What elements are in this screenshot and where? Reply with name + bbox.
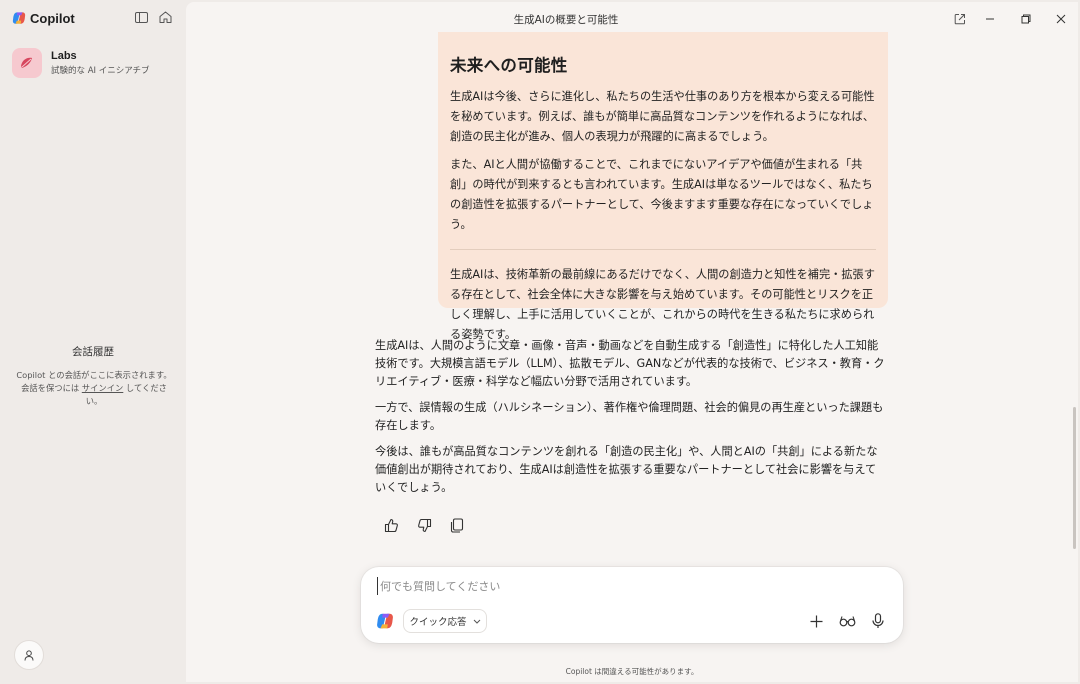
answer-paragraph: 今後は、誰もが高品質なコンテンツを創れる「創造の民主化」や、人間とAIの「共創」… xyxy=(375,445,878,494)
home-button[interactable] xyxy=(157,9,173,25)
popout-icon xyxy=(954,14,965,25)
sidebar: Copilot Labs 試験的な AI イニシアチブ 会話履歴 Copilot… xyxy=(0,0,186,684)
composer: クイック応答 xyxy=(361,567,903,643)
minimize-button[interactable] xyxy=(981,10,999,28)
response-mode-dropdown[interactable]: クイック応答 xyxy=(403,609,487,633)
disclaimer: Copilot は間違える可能性があります。 xyxy=(565,667,699,676)
bubble-divider xyxy=(450,249,876,250)
copy-button[interactable] xyxy=(449,517,465,533)
message-actions xyxy=(383,517,465,537)
bubble-heading: 未来への可能性 xyxy=(450,57,568,75)
assistant-message: 生成AIは、人間のように文章・画像・音声・動画などを自動生成する「創造性」に特化… xyxy=(375,337,887,505)
answer-paragraph: 一方で、誤情報の生成（ハルシネーション）、著作権や倫理問題、社会的偏見の再生産と… xyxy=(375,401,884,432)
dislike-button[interactable] xyxy=(416,517,432,533)
thumbs-down-icon xyxy=(417,518,431,532)
voice-button[interactable] xyxy=(869,612,887,630)
glasses-icon xyxy=(839,616,855,627)
account-button[interactable] xyxy=(14,640,44,670)
restore-icon xyxy=(1021,14,1031,24)
message-input[interactable] xyxy=(377,577,877,595)
labs-icon xyxy=(12,48,42,78)
chevron-down-icon xyxy=(473,619,480,624)
copilot-brand[interactable]: Copilot xyxy=(12,9,75,27)
copilot-logo-icon xyxy=(12,12,26,24)
mode-label: クイック応答 xyxy=(409,617,467,628)
chat-panel: 生成AIの概要と可能性 未来への可能性 生成AIは今後、さらに進化し、私たちの生… xyxy=(186,2,1078,682)
brand-name: Copilot xyxy=(30,10,75,26)
copilot-mode-button[interactable] xyxy=(376,612,394,630)
labs-title: Labs xyxy=(51,50,77,62)
bubble-paragraph: 生成AIは、技術革新の最前線にあるだけでなく、人間の創造力と知性を補完・拡張する… xyxy=(450,268,875,341)
answer-paragraph: 生成AIは、人間のように文章・画像・音声・動画などを自動生成する「創造性」に特化… xyxy=(375,339,885,388)
close-button[interactable] xyxy=(1052,10,1070,28)
conversation-title: 生成AIの概要と可能性 xyxy=(513,14,619,26)
sidebar-panel-icon xyxy=(134,11,148,23)
plus-icon xyxy=(810,615,822,627)
sign-in-link[interactable]: サインイン xyxy=(82,383,124,393)
copy-icon xyxy=(450,517,464,533)
history-description: Copilot との会話がここに表示されます。会話を保つには サインイン してく… xyxy=(14,369,174,408)
history-title: 会話履歴 xyxy=(72,346,114,358)
microphone-icon xyxy=(872,613,884,628)
labs-subtitle: 試験的な AI イニシアチブ xyxy=(51,66,150,76)
bubble-paragraph: また、AIと人間が協働することで、これまでにないアイデアや価値が生まれる「共創」… xyxy=(450,158,874,231)
bubble-paragraph: 生成AIは今後、さらに進化し、私たちの生活や仕事のあり方を根本から変える可能性を… xyxy=(450,90,875,143)
labs-item[interactable]: Labs 試験的な AI イニシアチブ xyxy=(12,47,176,79)
restore-button[interactable] xyxy=(1017,10,1035,28)
vision-button[interactable] xyxy=(838,612,856,630)
toggle-sidebar-button[interactable] xyxy=(133,9,149,25)
minimize-icon xyxy=(986,18,994,20)
user-message-bubble: 未来への可能性 生成AIは今後、さらに進化し、私たちの生活や仕事のあり方を根本か… xyxy=(438,32,888,341)
chat-scrollbar[interactable] xyxy=(1073,407,1076,549)
like-button[interactable] xyxy=(383,517,399,533)
user-icon xyxy=(24,649,34,661)
home-icon xyxy=(159,11,171,23)
add-attachment-button[interactable] xyxy=(807,612,825,630)
thumbs-up-icon xyxy=(384,518,398,532)
open-in-new-window-button[interactable] xyxy=(951,10,969,28)
close-icon xyxy=(1056,14,1066,24)
copilot-logo-icon xyxy=(377,613,393,629)
